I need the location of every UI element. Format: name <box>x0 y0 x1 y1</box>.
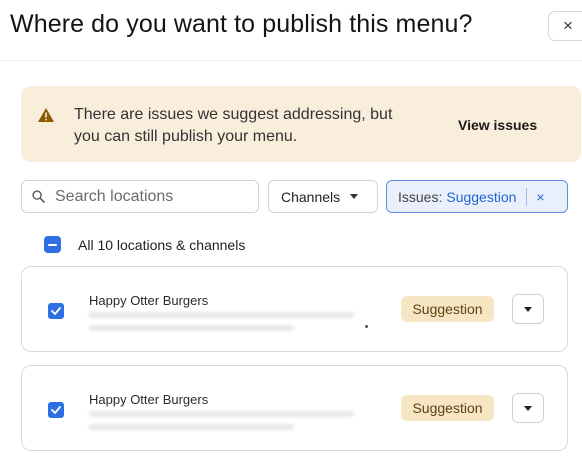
checkmark-icon <box>51 406 61 414</box>
separator-dot <box>365 325 368 328</box>
checkmark-icon <box>51 307 61 315</box>
select-all-label: All 10 locations & channels <box>78 236 246 253</box>
suggestion-badge: Suggestion <box>401 395 494 421</box>
search-icon <box>32 190 45 203</box>
banner-message: There are issues we suggest addressing, … <box>74 106 393 145</box>
search-input[interactable] <box>55 187 245 206</box>
chevron-down-icon <box>350 194 359 199</box>
view-issues-link[interactable]: View issues <box>458 117 537 133</box>
redacted-channels <box>89 325 294 331</box>
location-checkbox[interactable] <box>48 402 64 418</box>
close-icon[interactable]: × <box>563 16 573 36</box>
issues-filter-chip[interactable]: Issues: Suggestion × <box>386 180 568 213</box>
issues-banner: There are issues we suggest addressing, … <box>21 86 581 162</box>
warning-icon <box>38 108 54 122</box>
redacted-address <box>89 312 354 318</box>
search-field[interactable] <box>21 180 259 213</box>
location-card: Happy Otter Burgers Suggestion <box>21 266 568 352</box>
redacted-channels <box>89 424 294 430</box>
location-checkbox[interactable] <box>48 303 64 319</box>
expand-button[interactable] <box>512 393 544 423</box>
header-divider <box>0 60 582 61</box>
issues-chip-prefix: Issues: <box>398 188 443 205</box>
select-all-row[interactable]: All 10 locations & channels <box>44 236 245 253</box>
close-button[interactable]: × <box>548 11 582 41</box>
channels-label: Channels <box>281 188 341 205</box>
dialog-title: Where do you want to publish this menu? <box>10 10 473 38</box>
expand-button[interactable] <box>512 294 544 324</box>
chip-divider <box>526 187 528 206</box>
redacted-address <box>89 411 354 417</box>
chevron-down-icon <box>524 405 532 411</box>
location-card: Happy Otter Burgers Suggestion <box>21 365 568 451</box>
issues-chip-value: Suggestion <box>446 188 517 205</box>
chevron-down-icon <box>524 306 532 312</box>
indeterminate-icon <box>48 243 57 246</box>
channels-dropdown[interactable]: Channels <box>268 180 378 213</box>
suggestion-badge: Suggestion <box>401 296 494 322</box>
remove-filter-icon[interactable]: × <box>536 189 544 205</box>
location-name: Happy Otter Burgers <box>89 392 209 407</box>
location-name: Happy Otter Burgers <box>89 293 209 308</box>
select-all-checkbox[interactable] <box>44 236 61 253</box>
